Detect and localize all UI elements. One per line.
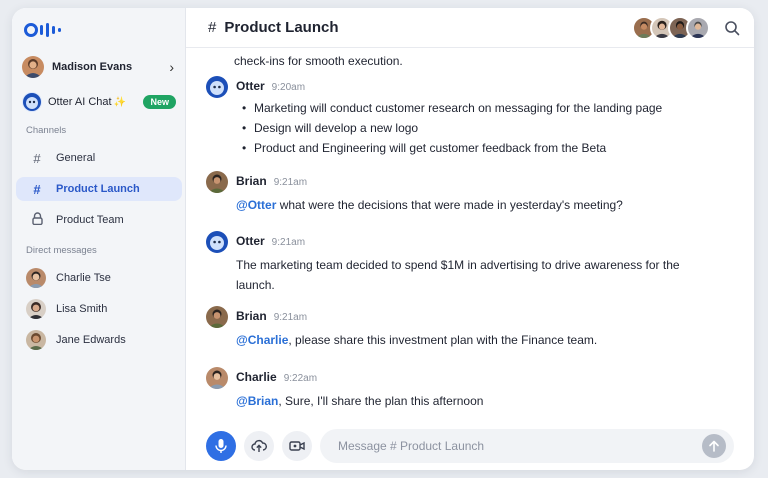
avatar	[26, 299, 46, 319]
sidebar-item-label: Otter AI Chat	[48, 96, 112, 108]
video-button[interactable]	[282, 431, 312, 461]
chevron-right-icon: ›	[169, 59, 174, 75]
lock-icon	[30, 212, 44, 228]
message-timestamp: 9:21am	[273, 177, 308, 188]
hash-icon: #	[33, 181, 41, 197]
avatar	[26, 330, 46, 350]
message-timestamp: 9:22am	[283, 373, 318, 384]
otter-logo[interactable]	[24, 20, 62, 40]
microphone-icon	[215, 439, 227, 453]
microphone-button[interactable]	[206, 431, 236, 461]
direct-messages-section-label: Direct messages	[26, 245, 97, 256]
message-continuation: check-ins for smooth execution.	[234, 54, 403, 68]
sidebar-item-lisa-smith[interactable]: Lisa Smith	[16, 297, 182, 321]
otter-avatar-icon	[206, 76, 228, 98]
message-list[interactable]: check-ins for smooth execution. Otter 9:…	[186, 48, 754, 422]
message-author[interactable]: Otter	[236, 234, 265, 248]
message-text: @Brian, Sure, I'll share the plan this a…	[236, 391, 720, 411]
video-icon	[289, 441, 305, 451]
message-timestamp: 9:21am	[271, 237, 306, 248]
sidebar: Madison Evans › Otter AI Chat ✨ New Chan…	[12, 8, 186, 470]
otter-icon	[22, 92, 42, 112]
sidebar-item-label: Product Team	[56, 214, 124, 226]
message-timestamp: 9:21am	[273, 312, 308, 323]
app-window: Madison Evans › Otter AI Chat ✨ New Chan…	[12, 8, 754, 470]
upload-button[interactable]	[244, 431, 274, 461]
message-composer	[186, 422, 754, 470]
message-author[interactable]: Brian	[236, 174, 267, 188]
bullet-item: Marketing will conduct customer research…	[236, 98, 720, 118]
page-title: Product Launch	[224, 19, 339, 36]
sidebar-item-label: Charlie Tse	[56, 272, 111, 284]
mention-link[interactable]: @Brian	[236, 394, 278, 408]
send-button[interactable]	[702, 434, 726, 458]
message-text-content: what were the decisions that were made i…	[276, 198, 623, 212]
cloud-upload-icon	[251, 439, 267, 452]
message-timestamp: 9:20am	[271, 82, 306, 93]
message-text-content: , please share this investment plan with…	[288, 333, 598, 347]
avatar	[206, 171, 228, 193]
new-badge: New	[143, 95, 176, 109]
bullet-item: Design will develop a new logo	[236, 118, 720, 138]
sidebar-item-label: General	[56, 152, 96, 164]
sidebar-item-product-team[interactable]: Product Team	[16, 208, 182, 232]
bullet-item: Product and Engineering will get custome…	[236, 138, 720, 158]
hash-icon: #	[33, 150, 41, 166]
search-icon[interactable]	[724, 20, 740, 36]
avatar	[206, 306, 228, 328]
message-author[interactable]: Charlie	[236, 370, 277, 384]
message-author[interactable]: Brian	[236, 309, 267, 323]
sidebar-item-label: Jane Edwards	[56, 334, 126, 346]
channel-members[interactable]	[632, 16, 710, 40]
sidebar-item-jane-edwards[interactable]: Jane Edwards	[16, 328, 182, 352]
sidebar-item-product-launch[interactable]: # Product Launch	[16, 177, 182, 201]
message-bullets: Marketing will conduct customer research…	[236, 98, 720, 158]
chat-panel: # Product Launch check-ins for smooth ex…	[186, 8, 754, 470]
message-input[interactable]	[320, 429, 734, 463]
avatar	[22, 56, 44, 78]
message-author[interactable]: Otter	[236, 79, 265, 93]
user-menu[interactable]: Madison Evans ›	[22, 55, 174, 79]
sidebar-item-charlie-tse[interactable]: Charlie Tse	[16, 266, 182, 290]
message-text: The marketing team decided to spend $1M …	[236, 258, 680, 292]
sidebar-item-label: Product Launch	[56, 183, 140, 195]
mention-link[interactable]: @Otter	[236, 198, 276, 212]
avatar	[206, 367, 228, 389]
sparkle-icon: ✨	[113, 96, 127, 108]
avatar	[26, 268, 46, 288]
mention-link[interactable]: @Charlie	[236, 333, 288, 347]
hash-icon: #	[208, 19, 217, 36]
message-text-content: , Sure, I'll share the plan this afterno…	[278, 394, 484, 408]
arrow-up-icon	[709, 440, 719, 452]
sidebar-item-general[interactable]: # General	[16, 146, 182, 170]
channel-header: # Product Launch	[186, 8, 754, 48]
avatar	[686, 16, 710, 40]
message-text: @Otter what were the decisions that were…	[236, 195, 720, 215]
user-name: Madison Evans	[52, 61, 133, 73]
channels-section-label: Channels	[26, 125, 67, 136]
otter-avatar-icon	[206, 231, 228, 253]
message-text: @Charlie, please share this investment p…	[236, 330, 720, 350]
sidebar-item-label: Lisa Smith	[56, 303, 108, 315]
sidebar-item-otter-ai-chat[interactable]: Otter AI Chat ✨ New	[22, 92, 176, 112]
